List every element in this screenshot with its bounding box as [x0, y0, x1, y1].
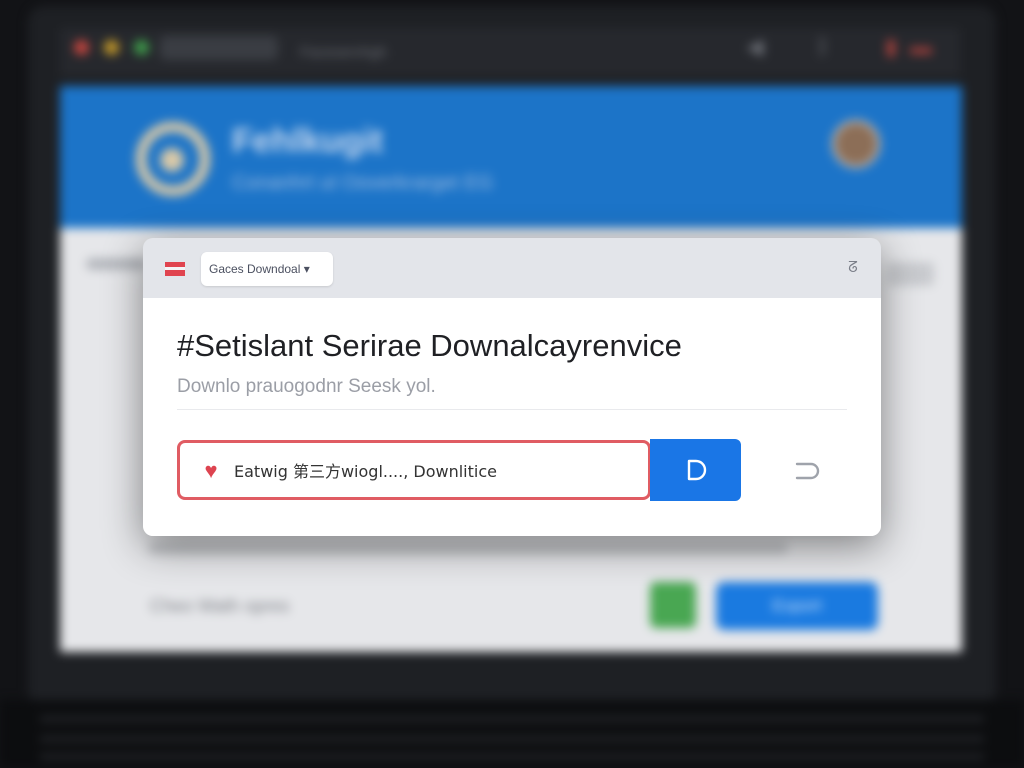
divider — [177, 409, 847, 410]
search-input[interactable] — [234, 453, 634, 487]
flag-icon — [165, 262, 185, 276]
download-dialog: Gaces Downdoal ▾ ᘔ #Setislant Serirae Do… — [143, 238, 881, 536]
avatar — [832, 120, 880, 168]
refresh-icon[interactable] — [793, 458, 823, 484]
window-maximize-dot — [134, 40, 149, 55]
heart-icon: ♥ — [204, 458, 218, 483]
play-icon — [687, 459, 706, 481]
keyboard-row — [40, 716, 984, 722]
app-title: Fehlkugit — [232, 122, 384, 160]
footer-text: Cheo Wath opres — [150, 596, 290, 616]
signal-icon: ▮ — [884, 34, 898, 59]
export-button: Export — [716, 582, 878, 630]
speaker-icon: ◀ — [746, 34, 764, 59]
keyboard-row — [40, 754, 984, 760]
titlebar-tab-placeholder — [160, 36, 278, 60]
keyboard-row — [40, 736, 984, 742]
search-field[interactable]: ♥ — [177, 440, 651, 500]
titlebar-text: Faceservhgh — [300, 44, 387, 61]
battery-icon: ▬ — [910, 34, 932, 59]
window-close-dot — [74, 40, 89, 55]
body-text-placeholder — [86, 258, 146, 270]
screen: Faceservhgh ◀ ᛒ ▮ ▬ Fehlkugit Conanhrt u… — [0, 0, 1024, 768]
download-go-button[interactable] — [650, 439, 741, 501]
window-minimize-dot — [104, 40, 119, 55]
app-subtitle: Conanhrt ut Ooverkrarget EG — [232, 172, 494, 194]
bluetooth-icon: ᛒ — [816, 34, 830, 59]
dialog-subtitle: Downlo prauogodnr Seesk yol. — [177, 376, 436, 397]
side-control-placeholder — [888, 262, 934, 286]
confirm-button — [650, 582, 696, 628]
dialog-title: #Setislant Serirae Downalcayrenvice — [177, 328, 682, 363]
dialog-tab[interactable]: Gaces Downdoal ▾ — [201, 252, 333, 286]
dialog-content: #Setislant Serirae Downalcayrenvice Down… — [143, 298, 881, 536]
body-text-placeholder — [148, 542, 788, 554]
close-icon[interactable]: ᘔ — [841, 256, 865, 280]
app-logo-center — [160, 148, 184, 172]
